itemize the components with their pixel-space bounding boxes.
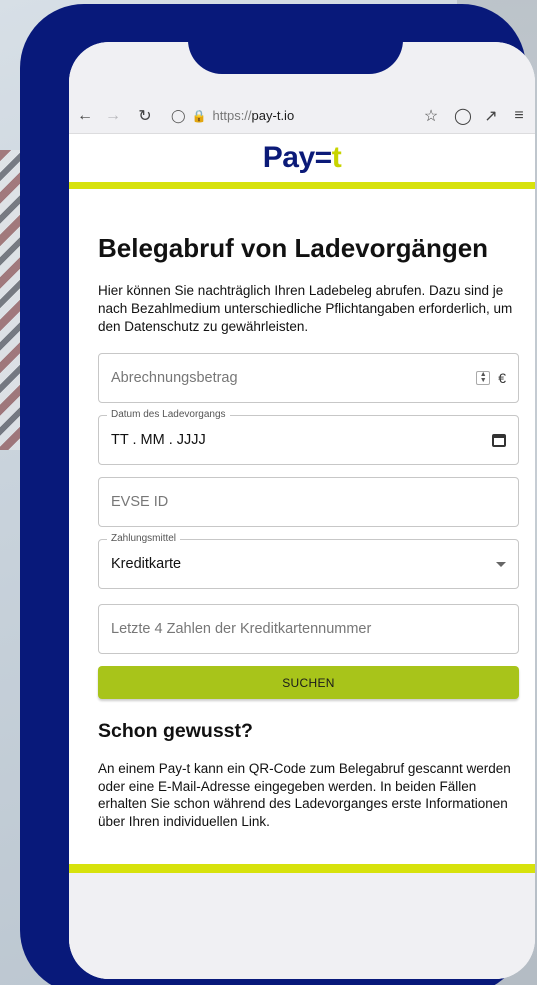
share-icon[interactable]: ↗ xyxy=(479,104,503,128)
date-label: Datum des Ladevorgangs xyxy=(107,409,230,421)
payment-method-select[interactable]: Zahlungsmittel Kreditkarte xyxy=(98,533,519,589)
card-digits-input[interactable]: Letzte 4 Zahlen der Kreditkartennummer xyxy=(98,604,519,654)
search-button[interactable]: SUCHEN xyxy=(98,666,519,699)
currency-label: € xyxy=(498,370,506,386)
amount-input[interactable]: Abrechnungsbetrag ▲ ▼ € xyxy=(98,353,519,403)
pay-t-logo[interactable]: Pay=t xyxy=(263,141,342,175)
stepper-icon[interactable]: ▲ ▼ xyxy=(476,371,491,385)
address-bar[interactable]: ◯ 🔒 https://pay-t.io xyxy=(171,108,294,124)
amount-placeholder: Abrechnungsbetrag xyxy=(111,370,238,386)
date-input[interactable]: Datum des Ladevorgangs TT . MM . JJJJ xyxy=(98,409,519,465)
shield-icon: ◯ xyxy=(171,107,186,123)
card-placeholder: Letzte 4 Zahlen der Kreditkartennummer xyxy=(111,621,372,637)
url-text: https://pay-t.io xyxy=(212,108,295,123)
evse-id-input[interactable]: EVSE ID xyxy=(98,477,519,527)
phone-screen: ← → ↻ ◯ 🔒 https://pay-t.io ☆ ◯ ↗ ≡ Pay=t… xyxy=(69,42,535,979)
payment-label: Zahlungsmittel xyxy=(107,533,181,545)
page-title: Belegabruf von Ladevorgängen xyxy=(98,233,489,263)
forward-arrow-icon[interactable]: → xyxy=(101,104,125,128)
footer-accent-line xyxy=(69,864,535,873)
back-arrow-icon[interactable]: ← xyxy=(73,104,97,128)
phone-notch xyxy=(188,4,403,74)
main-content: Belegabruf von Ladevorgängen Hier können… xyxy=(98,232,519,830)
intro-text: Hier können Sie nachträglich Ihren Ladeb… xyxy=(98,283,513,334)
evse-placeholder: EVSE ID xyxy=(111,494,169,510)
menu-icon[interactable]: ≡ xyxy=(507,104,531,128)
date-value: TT . MM . JJJJ xyxy=(111,432,206,448)
pocket-icon[interactable]: ◯ xyxy=(451,104,475,128)
site-header: Pay=t xyxy=(69,134,535,189)
calendar-icon[interactable] xyxy=(492,433,506,447)
reload-icon[interactable]: ↻ xyxy=(133,104,157,128)
info-text: An einem Pay-t kann ein QR-Code zum Bele… xyxy=(98,761,511,829)
star-icon[interactable]: ☆ xyxy=(419,104,443,128)
dropdown-caret-icon xyxy=(496,561,506,567)
lock-icon: 🔒 xyxy=(191,108,207,123)
browser-toolbar: ← → ↻ ◯ 🔒 https://pay-t.io ☆ ◯ ↗ ≡ xyxy=(69,98,535,134)
info-title: Schon gewusst? xyxy=(98,720,253,742)
payment-value: Kreditkarte xyxy=(111,556,182,572)
footer xyxy=(69,873,535,979)
phone-frame: ← → ↻ ◯ 🔒 https://pay-t.io ☆ ◯ ↗ ≡ Pay=t… xyxy=(20,4,535,985)
